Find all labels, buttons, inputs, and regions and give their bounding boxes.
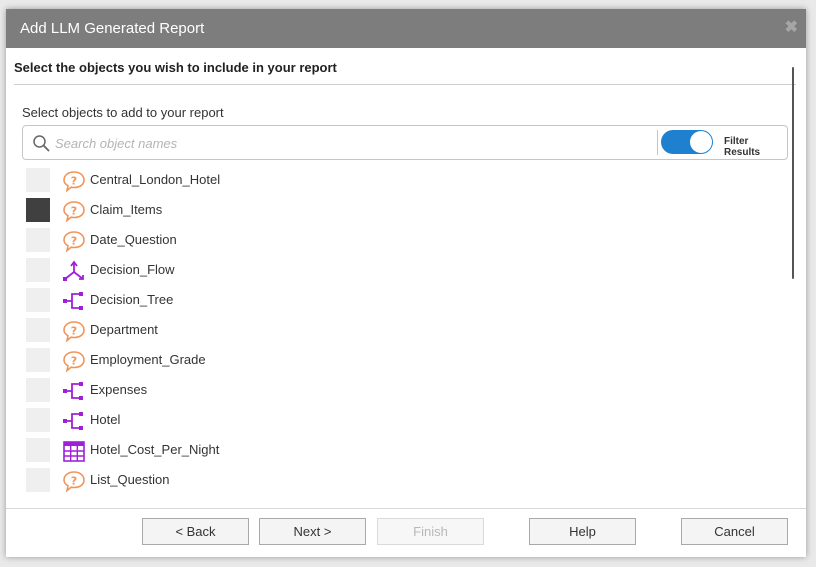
question-icon: ? <box>62 349 86 373</box>
list-item[interactable]: Expenses <box>26 378 586 408</box>
svg-text:?: ? <box>71 175 77 188</box>
next-button[interactable]: Next > <box>259 518 366 545</box>
dialog-title: Add LLM Generated Report <box>20 20 205 37</box>
filter-separator <box>657 130 658 155</box>
svg-text:?: ? <box>71 205 77 218</box>
divider <box>14 84 796 85</box>
list-item[interactable]: ? Employment_Grade <box>26 348 586 378</box>
object-checkbox[interactable] <box>26 288 50 312</box>
instruction-text: Select the objects you wish to include i… <box>14 60 337 75</box>
object-label: Central_London_Hotel <box>90 172 221 187</box>
list-item[interactable]: Decision_Tree <box>26 288 586 318</box>
list-item[interactable]: Hotel <box>26 408 586 438</box>
question-icon: ? <box>62 469 86 493</box>
search-input[interactable] <box>53 132 653 154</box>
object-checkbox[interactable] <box>26 228 50 252</box>
object-checkbox[interactable] <box>26 318 50 342</box>
list-item[interactable]: ? Date_Question <box>26 228 586 258</box>
tree-icon <box>62 289 86 313</box>
toggle-knob <box>690 131 712 153</box>
svg-text:?: ? <box>71 355 77 368</box>
close-icon[interactable]: ✖ <box>785 17 798 37</box>
object-label: Decision_Flow <box>90 262 175 277</box>
object-label: Decision_Tree <box>90 292 174 307</box>
svg-text:?: ? <box>71 235 77 248</box>
list-item[interactable]: ? Central_London_Hotel <box>26 168 586 198</box>
object-label: Department <box>90 322 158 337</box>
list-item[interactable]: ? Department <box>26 318 586 348</box>
object-label: Date_Question <box>90 232 177 247</box>
cancel-button[interactable]: Cancel <box>681 518 788 545</box>
question-icon: ? <box>62 229 86 253</box>
object-label: Hotel <box>90 412 121 427</box>
list-item[interactable]: ? List_Question <box>26 468 586 498</box>
question-icon: ? <box>62 199 86 223</box>
object-list: ? Central_London_Hotel? Claim_Items? Date_Q… <box>26 168 586 498</box>
finish-button[interactable]: Finish <box>377 518 484 545</box>
object-label: List_Question <box>90 472 170 487</box>
object-checkbox[interactable] <box>26 408 50 432</box>
svg-text:?: ? <box>71 325 77 338</box>
search-box: Filter Results <box>22 125 788 160</box>
object-checkbox[interactable] <box>26 468 50 492</box>
list-item[interactable]: ? Claim_Items <box>26 198 586 228</box>
object-label: Hotel_Cost_Per_Night <box>90 442 220 457</box>
add-report-dialog: Add LLM Generated Report ✖ Select the ob… <box>6 9 806 557</box>
list-item[interactable]: Decision_Flow <box>26 258 586 288</box>
tree-icon <box>62 379 86 403</box>
dialog-titlebar: Add LLM Generated Report ✖ <box>6 9 806 48</box>
object-label: Claim_Items <box>90 202 163 217</box>
object-checkbox[interactable] <box>26 198 50 222</box>
back-button[interactable]: < Back <box>142 518 249 545</box>
question-icon: ? <box>62 319 86 343</box>
object-checkbox[interactable] <box>26 438 50 462</box>
filter-results-label: Filter Results <box>724 136 761 158</box>
list-item[interactable]: Hotel_Cost_Per_Night <box>26 438 586 468</box>
object-checkbox[interactable] <box>26 378 50 402</box>
footer-divider <box>6 508 806 509</box>
objects-subheading: Select objects to add to your report <box>22 105 224 120</box>
table-icon <box>62 439 86 463</box>
search-icon <box>33 135 50 152</box>
object-checkbox[interactable] <box>26 258 50 282</box>
tree-icon <box>62 409 86 433</box>
object-checkbox[interactable] <box>26 168 50 192</box>
object-label: Employment_Grade <box>90 352 206 367</box>
object-checkbox[interactable] <box>26 348 50 372</box>
svg-text:?: ? <box>71 475 77 488</box>
vertical-scrollbar[interactable] <box>792 67 794 279</box>
help-button[interactable]: Help <box>529 518 636 545</box>
filter-results-toggle[interactable] <box>661 130 713 154</box>
question-icon: ? <box>62 169 86 193</box>
flow-icon <box>62 259 86 283</box>
object-label: Expenses <box>90 382 148 397</box>
